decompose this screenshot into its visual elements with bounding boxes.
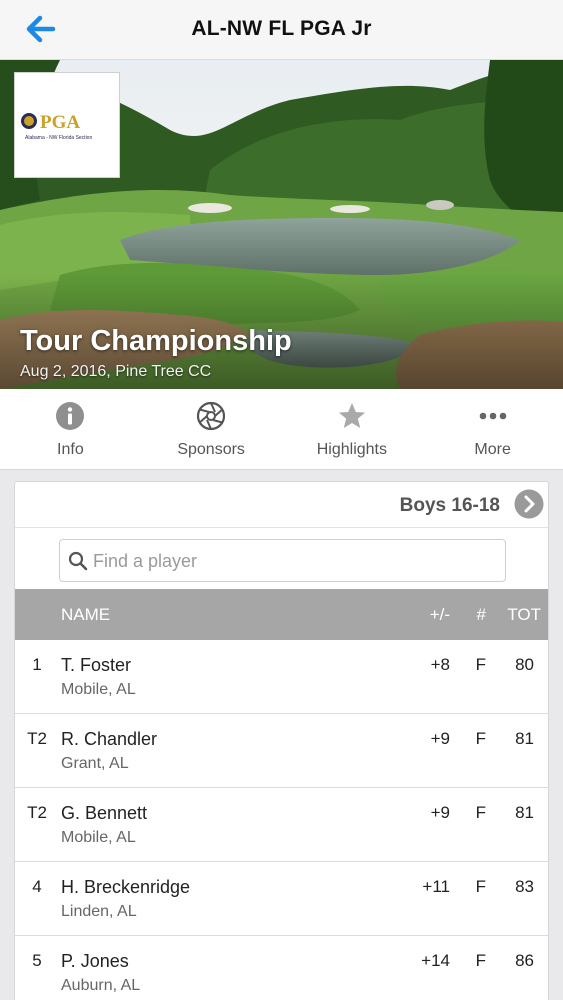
column-header-total[interactable]: TOT xyxy=(507,605,541,625)
total-score: 80 xyxy=(515,655,534,674)
tab-info[interactable]: Info xyxy=(0,389,141,469)
total-score: 83 xyxy=(515,877,534,896)
player-hometown: Mobile, AL xyxy=(61,681,136,698)
column-header-plus-minus[interactable]: +/- xyxy=(430,605,450,625)
tab-highlights-label: Highlights xyxy=(316,441,387,458)
event-hero-banner: PGA Alabama - NW Florida Section Tour Ch… xyxy=(0,60,563,389)
table-row[interactable]: T2 R. Chandler Grant, AL +9 F 81 xyxy=(15,714,548,788)
svg-text:PGA: PGA xyxy=(40,112,80,133)
position: 5 xyxy=(32,951,42,970)
tab-more-label: More xyxy=(474,441,511,458)
tab-more[interactable]: More xyxy=(422,389,563,469)
column-header-thru[interactable]: # xyxy=(477,605,486,625)
position: T2 xyxy=(27,803,47,822)
position: 4 xyxy=(32,877,42,896)
score-to-par: +8 xyxy=(430,655,450,674)
table-row[interactable]: 1 T. Foster Mobile, AL +8 F 80 xyxy=(15,640,548,714)
navigation-bar: AL-NW FL PGA Jr xyxy=(0,0,563,60)
holes-thru: F xyxy=(475,877,486,896)
ellipsis-icon xyxy=(478,401,508,431)
division-label: Boys 16-18 xyxy=(399,495,500,516)
player-hometown: Linden, AL xyxy=(61,903,137,920)
search-icon xyxy=(68,551,88,571)
player-hometown: Mobile, AL xyxy=(61,829,136,846)
holes-thru: F xyxy=(475,655,486,674)
score-to-par: +14 xyxy=(421,951,450,970)
event-title: Tour Championship xyxy=(20,325,292,357)
player-hometown: Auburn, AL xyxy=(61,977,141,994)
tab-sponsors[interactable]: Sponsors xyxy=(141,389,282,469)
search-input[interactable] xyxy=(93,545,493,577)
total-score: 81 xyxy=(515,803,534,822)
event-date-venue: Aug 2, 2016, Pine Tree CC xyxy=(20,363,212,380)
table-row[interactable]: 4 H. Breckenridge Linden, AL +11 F 83 xyxy=(15,862,548,936)
svg-text:Alabama - NW Florida Section: Alabama - NW Florida Section xyxy=(25,135,92,141)
player-name: H. Breckenridge xyxy=(61,877,191,897)
holes-thru: F xyxy=(475,729,486,748)
page-title: AL-NW FL PGA Jr xyxy=(191,17,372,40)
player-name: T. Foster xyxy=(61,655,132,675)
holes-thru: F xyxy=(475,951,486,970)
holes-thru: F xyxy=(475,803,486,822)
position: T2 xyxy=(27,729,47,748)
player-search xyxy=(59,539,506,582)
chevron-right-icon xyxy=(514,489,544,519)
total-score: 81 xyxy=(515,729,534,748)
event-tab-bar: Info Sponsors Highlights More xyxy=(0,389,563,470)
player-name: R. Chandler xyxy=(61,729,158,749)
column-header-name[interactable]: NAME xyxy=(61,605,110,625)
star-icon xyxy=(337,401,367,431)
leaderboard-card: Boys 16-18 NAME +/- # TOT 1 T. Foster Mo… xyxy=(14,481,549,1000)
score-to-par: +9 xyxy=(430,729,450,748)
player-name: P. Jones xyxy=(61,951,129,971)
division-selector[interactable]: Boys 16-18 xyxy=(15,482,548,528)
player-name: G. Bennett xyxy=(61,803,148,823)
table-row[interactable]: 5 P. Jones Auburn, AL +14 F 86 xyxy=(15,936,548,1000)
tab-highlights[interactable]: Highlights xyxy=(282,389,423,469)
leaderboard-header: NAME +/- # TOT xyxy=(15,589,548,640)
player-hometown: Grant, AL xyxy=(61,755,129,772)
total-score: 86 xyxy=(515,951,534,970)
table-row[interactable]: T2 G. Bennett Mobile, AL +9 F 81 xyxy=(15,788,548,862)
position: 1 xyxy=(32,655,42,674)
score-to-par: +9 xyxy=(430,803,450,822)
tour-logo: PGA Alabama - NW Florida Section xyxy=(14,72,120,178)
info-icon xyxy=(55,401,85,431)
tab-sponsors-label: Sponsors xyxy=(177,441,245,458)
score-to-par: +11 xyxy=(422,877,450,896)
aperture-icon xyxy=(196,401,226,431)
tab-info-label: Info xyxy=(57,441,84,458)
